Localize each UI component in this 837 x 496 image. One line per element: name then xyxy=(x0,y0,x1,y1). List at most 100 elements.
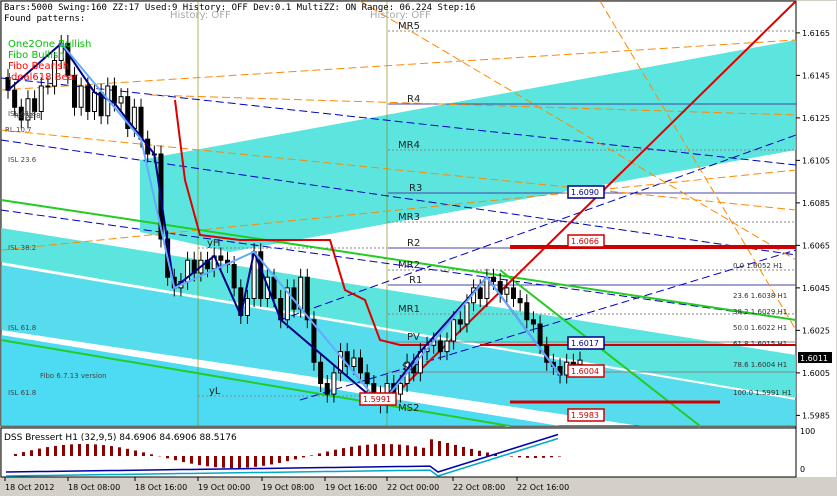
candle-body xyxy=(577,359,583,365)
dss-bar xyxy=(222,456,225,468)
dss-bar xyxy=(54,445,57,456)
y-tick-label: 1.6165 xyxy=(802,29,830,38)
y-tick-label: 1.6085 xyxy=(802,199,830,208)
dss-bar xyxy=(238,456,241,468)
pattern-label: Fibo Bearish xyxy=(8,61,69,72)
isl-label: ISL 38.2 xyxy=(8,244,36,252)
dss-bar xyxy=(510,456,513,457)
fibo-label: 38.2 1.6029 H1 xyxy=(733,308,787,316)
dss-bar xyxy=(342,448,345,456)
dss-bar xyxy=(86,444,89,456)
y-tick-label: 1.6105 xyxy=(802,156,830,165)
dss-bar xyxy=(382,444,385,456)
dss-bar xyxy=(214,456,217,468)
x-tick-label: 18 Oct 08:00 xyxy=(68,483,120,492)
x-tick-label: 19 Oct 16:00 xyxy=(325,483,377,492)
candle-body xyxy=(570,361,576,365)
indicator-tick-0: 0 xyxy=(800,465,805,474)
pivot-label: MR5 xyxy=(398,21,420,32)
pivot-label: R2 xyxy=(407,238,420,249)
indicator-title: DSS Bressert H1 (32,9,5) 84.6906 84.6906… xyxy=(4,433,237,443)
dss-bar xyxy=(294,456,297,460)
x-tick-label: 18 Oct 2012 xyxy=(5,483,54,492)
price-tag-label: 1.6066 xyxy=(571,237,599,246)
candle-body xyxy=(218,255,224,261)
dss-bar xyxy=(230,456,233,468)
fibo-label: 100.0 1.5991 H1 xyxy=(733,389,792,397)
candle-body xyxy=(331,372,337,395)
pivot-label: R3 xyxy=(409,183,422,194)
dss-bar xyxy=(262,456,265,466)
y-tick-label: 1.6065 xyxy=(802,241,830,250)
dss-bar xyxy=(270,456,273,465)
fibo-label: 50.0 1.6022 H1 xyxy=(733,324,787,332)
price-tag-label: 1.5991 xyxy=(363,395,391,404)
dss-bar xyxy=(406,445,409,456)
y-tick-label: 1.6125 xyxy=(802,114,830,123)
price-tag-label: 1.5983 xyxy=(571,411,599,420)
candle-body xyxy=(118,96,124,104)
candle-body xyxy=(298,276,304,310)
dss-bar xyxy=(254,456,257,467)
pattern-label: One2One Bullish xyxy=(8,39,91,50)
dss-bar xyxy=(438,441,441,456)
y-tick-label: 1.6005 xyxy=(802,369,830,378)
candle-body xyxy=(244,298,250,316)
x-axis-labels: 18 Oct 2012 18 Oct 08:00 18 Oct 16:00 19 Oc… xyxy=(4,477,569,492)
dss-bar xyxy=(30,450,33,456)
dss-bar xyxy=(22,452,25,456)
candle-body xyxy=(517,298,523,304)
candle-body xyxy=(451,319,457,342)
dss-bar xyxy=(78,444,81,456)
pivot-label: MR2 xyxy=(398,260,420,271)
dss-bar xyxy=(334,449,337,456)
dss-bar xyxy=(422,447,425,456)
price-tag-label: 1.6004 xyxy=(571,367,599,376)
candle-body xyxy=(437,340,443,353)
faded-label: History: OFF xyxy=(370,10,431,21)
candle-body xyxy=(85,85,91,112)
y-tick-label: 1.6045 xyxy=(802,284,830,293)
dss-bar xyxy=(118,447,121,456)
candle-body xyxy=(78,85,84,108)
dss-bar xyxy=(182,456,185,463)
pivot-label: MR1 xyxy=(398,304,420,315)
candle-body xyxy=(358,357,364,374)
isl-label: ISL 23.6 xyxy=(8,156,37,164)
dss-bar xyxy=(310,455,313,456)
dss-bar xyxy=(110,446,113,456)
candle-body xyxy=(364,372,370,384)
candle-body xyxy=(530,319,536,325)
faded-note: Fibo 6.7.13 version xyxy=(40,372,107,380)
dss-bar xyxy=(398,444,401,456)
candle-body xyxy=(45,85,51,88)
candle-body xyxy=(457,319,463,325)
dss-bar xyxy=(454,444,457,456)
fibo-label: 23.6 1.6038 H1 xyxy=(733,292,787,300)
dss-bar xyxy=(302,456,305,458)
pattern-label: Fibo Bullish xyxy=(8,50,65,61)
candle-body xyxy=(91,91,97,112)
candle-body xyxy=(231,264,237,289)
candle-body xyxy=(324,383,330,395)
candle-body xyxy=(271,276,277,299)
isl-label: ISL 61.8 xyxy=(8,324,36,332)
isl-label: RL 61.8 xyxy=(14,112,41,120)
dss-bar xyxy=(318,453,321,456)
pivot-label: S1 xyxy=(402,362,415,373)
dss-bar xyxy=(374,444,377,456)
price-chart[interactable]: Bars:5000 Swing:160 ZZ:17 Used:9 History… xyxy=(0,0,837,496)
dss-bar xyxy=(558,456,561,457)
candle-body xyxy=(464,302,470,325)
dss-bar xyxy=(142,452,145,456)
candle-body xyxy=(444,340,450,353)
candle-body xyxy=(510,287,516,299)
x-tick-label: 19 Oct 08:00 xyxy=(262,483,314,492)
dss-bar xyxy=(326,451,329,456)
dss-bar xyxy=(470,448,473,456)
pattern-label: Ideal618 Bear xyxy=(8,72,79,83)
header-found: Found patterns: xyxy=(4,14,85,24)
x-tick-label: 19 Oct 00:00 xyxy=(198,483,250,492)
dss-bar xyxy=(46,447,49,456)
dss-bar xyxy=(542,456,545,458)
